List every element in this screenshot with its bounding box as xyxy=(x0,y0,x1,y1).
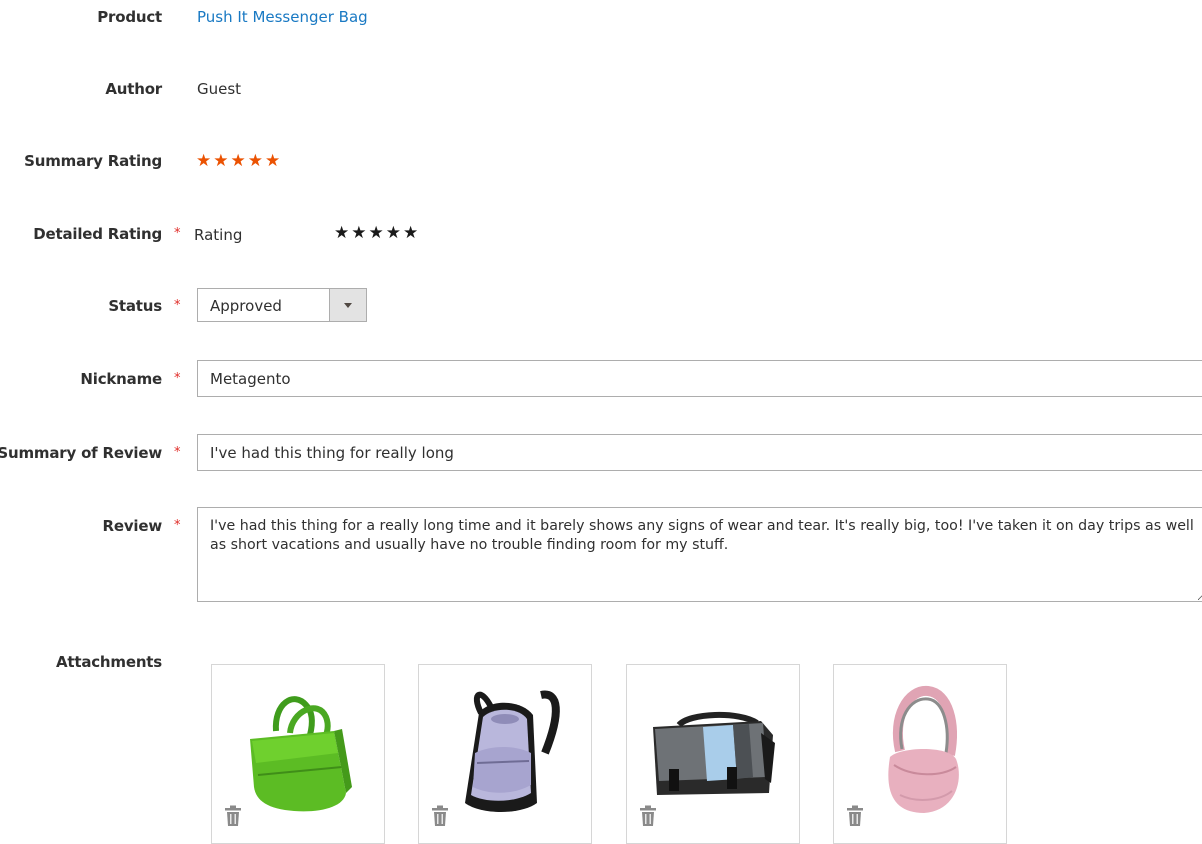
summary-of-review-input[interactable] xyxy=(197,434,1202,471)
trash-icon[interactable] xyxy=(224,805,242,827)
attachment-thumbnail[interactable] xyxy=(626,664,800,844)
attachment-thumbnail[interactable] xyxy=(833,664,1007,844)
chevron-down-icon[interactable] xyxy=(329,289,366,321)
trash-icon[interactable] xyxy=(846,805,864,827)
summary-rating-stars: ★★★★★ xyxy=(196,151,283,171)
rating-sublabel: Rating xyxy=(194,226,243,244)
nickname-input[interactable] xyxy=(197,360,1202,397)
required-asterisk: * xyxy=(174,518,181,533)
author-value: Guest xyxy=(197,80,242,98)
nickname-label: Nickname xyxy=(80,370,162,388)
lavender-backpack-icon xyxy=(465,690,560,812)
required-asterisk: * xyxy=(174,445,181,460)
status-label: Status xyxy=(108,297,162,315)
required-asterisk: * xyxy=(174,226,181,241)
trash-icon[interactable] xyxy=(431,805,449,827)
status-selected-value: Approved xyxy=(210,297,282,315)
product-label: Product xyxy=(97,8,162,26)
attachment-thumbnail[interactable] xyxy=(418,664,592,844)
review-textarea[interactable]: I've had this thing for a really long ti… xyxy=(197,507,1202,602)
pink-shoulder-bag-icon xyxy=(888,685,959,813)
attachments-label: Attachments xyxy=(55,653,162,671)
detailed-rating-label: Detailed Rating xyxy=(33,225,162,243)
summary-of-review-label: Summary of Review xyxy=(0,444,162,462)
gray-messenger-bag-icon xyxy=(653,712,775,795)
detailed-rating-stars[interactable]: ★★★★★ xyxy=(334,223,420,243)
author-label: Author xyxy=(105,80,162,98)
review-label: Review xyxy=(102,517,163,535)
status-select[interactable]: Approved xyxy=(197,288,367,322)
green-duffle-bag-icon xyxy=(250,696,352,812)
product-link[interactable]: Push It Messenger Bag xyxy=(197,8,368,26)
attachment-thumbnail[interactable] xyxy=(211,664,385,844)
summary-rating-label: Summary Rating xyxy=(24,152,162,170)
required-asterisk: * xyxy=(174,371,181,386)
trash-icon[interactable] xyxy=(639,805,657,827)
required-asterisk: * xyxy=(174,298,181,313)
